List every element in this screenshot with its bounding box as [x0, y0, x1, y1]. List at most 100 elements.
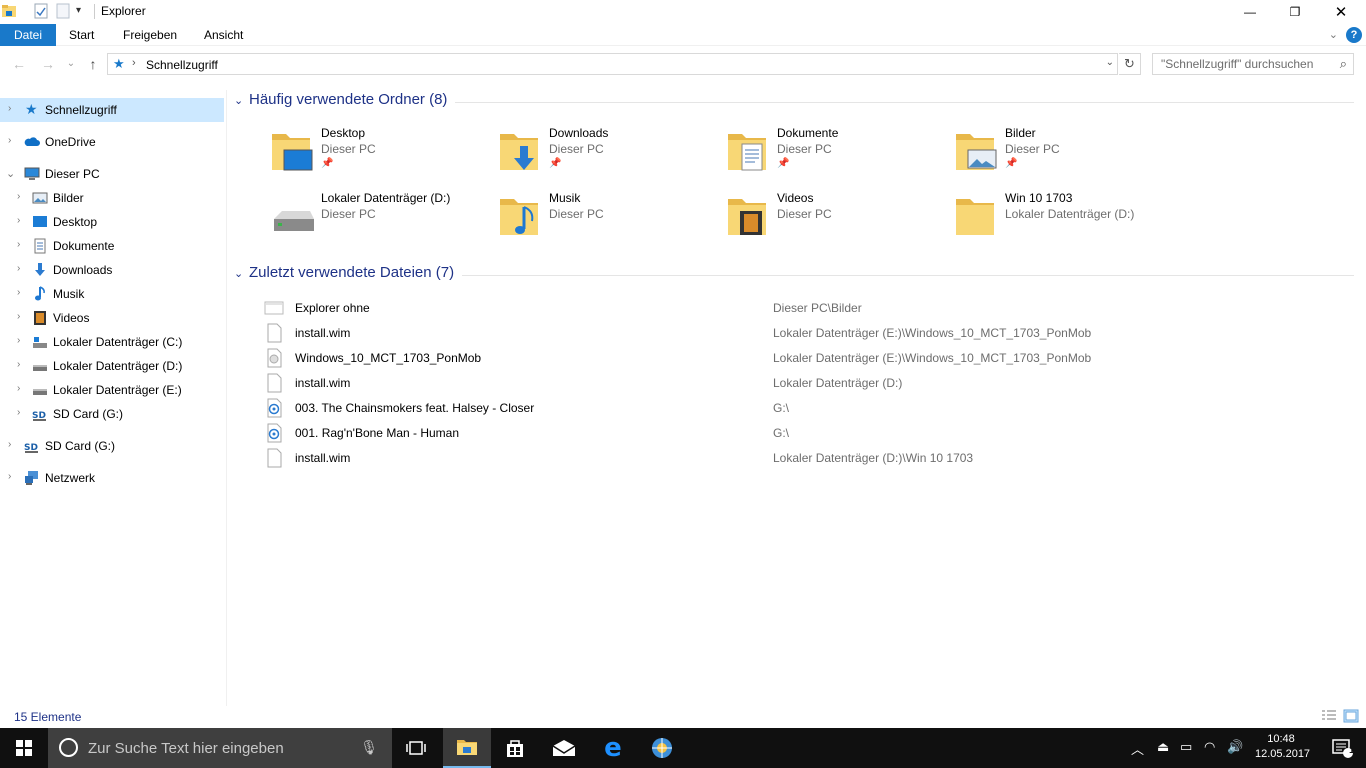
recent-file-row[interactable]: 001. Rag'n'Bone Man - Human G:\	[258, 421, 1358, 446]
taskbar-search-box[interactable]: Zur Suche Text hier eingeben 🎙	[48, 728, 392, 768]
sidebar-item-dieser-pc[interactable]: ⌄ Dieser PC	[0, 162, 224, 186]
tab-ansicht[interactable]: Ansicht	[191, 24, 256, 46]
expand-arrow-icon[interactable]: ›	[17, 215, 20, 226]
volume-icon[interactable]: 🔊	[1227, 739, 1243, 755]
folder-tile-drive-d[interactable]: Lokaler Datenträger (D:) Dieser PC	[234, 189, 462, 249]
folder-location: Dieser PC	[321, 207, 376, 221]
collapse-arrow-icon[interactable]: ⌄	[6, 167, 15, 180]
sidebar-item-dokumente[interactable]: › Dokumente	[0, 234, 224, 258]
minimize-button[interactable]: —	[1227, 0, 1273, 24]
drive-icon	[274, 211, 314, 231]
back-button[interactable]: ←	[9, 54, 29, 74]
sidebar-item-desktop[interactable]: › Desktop	[0, 210, 224, 234]
up-button[interactable]: ↑	[83, 54, 103, 74]
quick-access-dropdown-icon[interactable]: ▾	[76, 5, 92, 21]
breadcrumb-chevron-icon[interactable]: ›	[132, 57, 136, 69]
large-icons-view-icon[interactable]	[1343, 709, 1359, 723]
show-hidden-icons-icon[interactable]: ︿	[1131, 739, 1144, 758]
expand-arrow-icon[interactable]: ›	[8, 103, 11, 114]
wifi-icon[interactable]: ◠	[1204, 739, 1215, 755]
sidebar-item-musik[interactable]: › Musik	[0, 282, 224, 306]
taskbar-app-globe[interactable]	[638, 728, 686, 768]
sidebar-item-onedrive[interactable]: › OneDrive	[0, 130, 224, 154]
sidebar-item-drive-e[interactable]: › Lokaler Datenträger (E:)	[0, 378, 224, 402]
action-center-button[interactable]: 1	[1318, 728, 1366, 768]
group-collapse-icon[interactable]: ⌄	[234, 94, 243, 107]
explorer-app-icon[interactable]	[1, 3, 17, 19]
expand-arrow-icon[interactable]: ›	[17, 359, 20, 370]
recent-file-row[interactable]: Explorer ohne Dieser PC\Bilder	[258, 296, 1358, 321]
restore-button[interactable]: ❐	[1272, 0, 1318, 24]
group-collapse-icon[interactable]: ⌄	[234, 267, 243, 280]
folder-tile-musik[interactable]: Musik Dieser PC	[462, 189, 690, 249]
microphone-icon[interactable]: 🎙	[360, 739, 378, 756]
recent-file-row[interactable]: 003. The Chainsmokers feat. Halsey - Clo…	[258, 396, 1358, 421]
close-button[interactable]: ✕	[1318, 0, 1364, 24]
expand-arrow-icon[interactable]: ›	[17, 191, 20, 202]
expand-arrow-icon[interactable]: ›	[8, 471, 11, 482]
taskbar-edge[interactable]: e	[589, 728, 637, 768]
start-button[interactable]	[0, 728, 48, 768]
search-input[interactable]	[1161, 54, 1331, 74]
folder-tile-videos[interactable]: Videos Dieser PC	[690, 189, 918, 249]
search-box[interactable]: ⌕	[1152, 53, 1354, 75]
help-icon[interactable]: ?	[1346, 27, 1362, 43]
expand-arrow-icon[interactable]: ›	[17, 263, 20, 274]
expand-arrow-icon[interactable]: ›	[17, 311, 20, 322]
expand-arrow-icon[interactable]: ›	[17, 407, 20, 418]
sidebar-item-sd-card-nested[interactable]: › SD SD Card (G:)	[0, 402, 224, 426]
battery-icon[interactable]: ▭	[1180, 739, 1192, 755]
recent-files-header[interactable]: ⌄ Zuletzt verwendete Dateien (7)	[228, 264, 1360, 286]
address-bar[interactable]: ★ › Schnellzugriff ⌄	[107, 53, 1118, 75]
expand-arrow-icon[interactable]: ›	[17, 239, 20, 250]
sidebar-item-videos[interactable]: › Videos	[0, 306, 224, 330]
taskbar-mail[interactable]	[540, 728, 588, 768]
expand-arrow-icon[interactable]: ›	[17, 335, 20, 346]
folder-tile-desktop[interactable]: Desktop Dieser PC 📌	[234, 124, 462, 184]
restore-icon: ❐	[1289, 5, 1301, 19]
new-folder-quick-icon[interactable]	[55, 3, 71, 19]
frequent-folders-header[interactable]: ⌄ Häufig verwendete Ordner (8)	[228, 91, 1360, 113]
sidebar-item-drive-d[interactable]: › Lokaler Datenträger (D:)	[0, 354, 224, 378]
details-view-icon[interactable]	[1321, 709, 1337, 723]
sidebar-item-netzwerk[interactable]: › Netzwerk	[0, 466, 224, 490]
expand-ribbon-icon[interactable]: ⌄	[1329, 28, 1338, 41]
sidebar-item-bilder[interactable]: › Bilder	[0, 186, 224, 210]
audio-file-icon	[267, 398, 282, 418]
forward-button[interactable]: →	[38, 54, 58, 74]
sidebar-item-schnellzugriff[interactable]: › ★ Schnellzugriff	[0, 98, 224, 122]
sidebar-item-downloads[interactable]: › Downloads	[0, 258, 224, 282]
recent-file-row[interactable]: install.wim Lokaler Datenträger (E:)\Win…	[258, 321, 1358, 346]
folder-tile-bilder[interactable]: Bilder Dieser PC 📌	[918, 124, 1146, 184]
recent-file-row[interactable]: install.wim Lokaler Datenträger (D:)	[258, 371, 1358, 396]
sidebar-item-drive-c[interactable]: › Lokaler Datenträger (C:)	[0, 330, 224, 354]
search-icon[interactable]: ⌕	[1340, 56, 1347, 72]
expand-arrow-icon[interactable]: ›	[17, 287, 20, 298]
taskbar-file-explorer[interactable]	[443, 728, 491, 768]
folder-name: Videos	[777, 191, 814, 205]
folder-tile-dokumente[interactable]: Dokumente Dieser PC 📌	[690, 124, 918, 184]
expand-arrow-icon[interactable]: ›	[8, 439, 11, 450]
address-dropdown-icon[interactable]: ⌄	[1106, 57, 1114, 68]
tab-freigeben[interactable]: Freigeben	[110, 24, 190, 46]
breadcrumb-path[interactable]: Schnellzugriff	[146, 58, 218, 72]
file-explorer-icon	[457, 740, 477, 755]
task-view-button[interactable]	[392, 728, 440, 768]
recent-locations-button[interactable]: ⌄	[61, 54, 81, 74]
tab-start[interactable]: Start	[56, 24, 107, 46]
taskbar-store[interactable]	[491, 728, 539, 768]
refresh-button[interactable]: ↻	[1119, 53, 1141, 75]
sidebar-item-sd-card[interactable]: › SD SD Card (G:)	[0, 434, 224, 458]
clock[interactable]: 10:48 12.05.2017	[1255, 732, 1310, 762]
file-location: Lokaler Datenträger (D:)	[773, 376, 903, 390]
expand-arrow-icon[interactable]: ›	[17, 383, 20, 394]
folder-tile-downloads[interactable]: Downloads Dieser PC 📌	[462, 124, 690, 184]
sd-card-icon: SD	[32, 411, 46, 421]
expand-arrow-icon[interactable]: ›	[8, 135, 11, 146]
usb-eject-icon[interactable]: ⏏	[1157, 739, 1169, 755]
recent-file-row[interactable]: Windows_10_MCT_1703_PonMob Lokaler Daten…	[258, 346, 1358, 371]
tab-datei[interactable]: Datei	[0, 24, 56, 46]
properties-quick-icon[interactable]	[33, 3, 49, 19]
folder-tile-win10-1703[interactable]: Win 10 1703 Lokaler Datenträger (D:)	[918, 189, 1146, 249]
recent-file-row[interactable]: install.wim Lokaler Datenträger (D:)\Win…	[258, 446, 1358, 471]
